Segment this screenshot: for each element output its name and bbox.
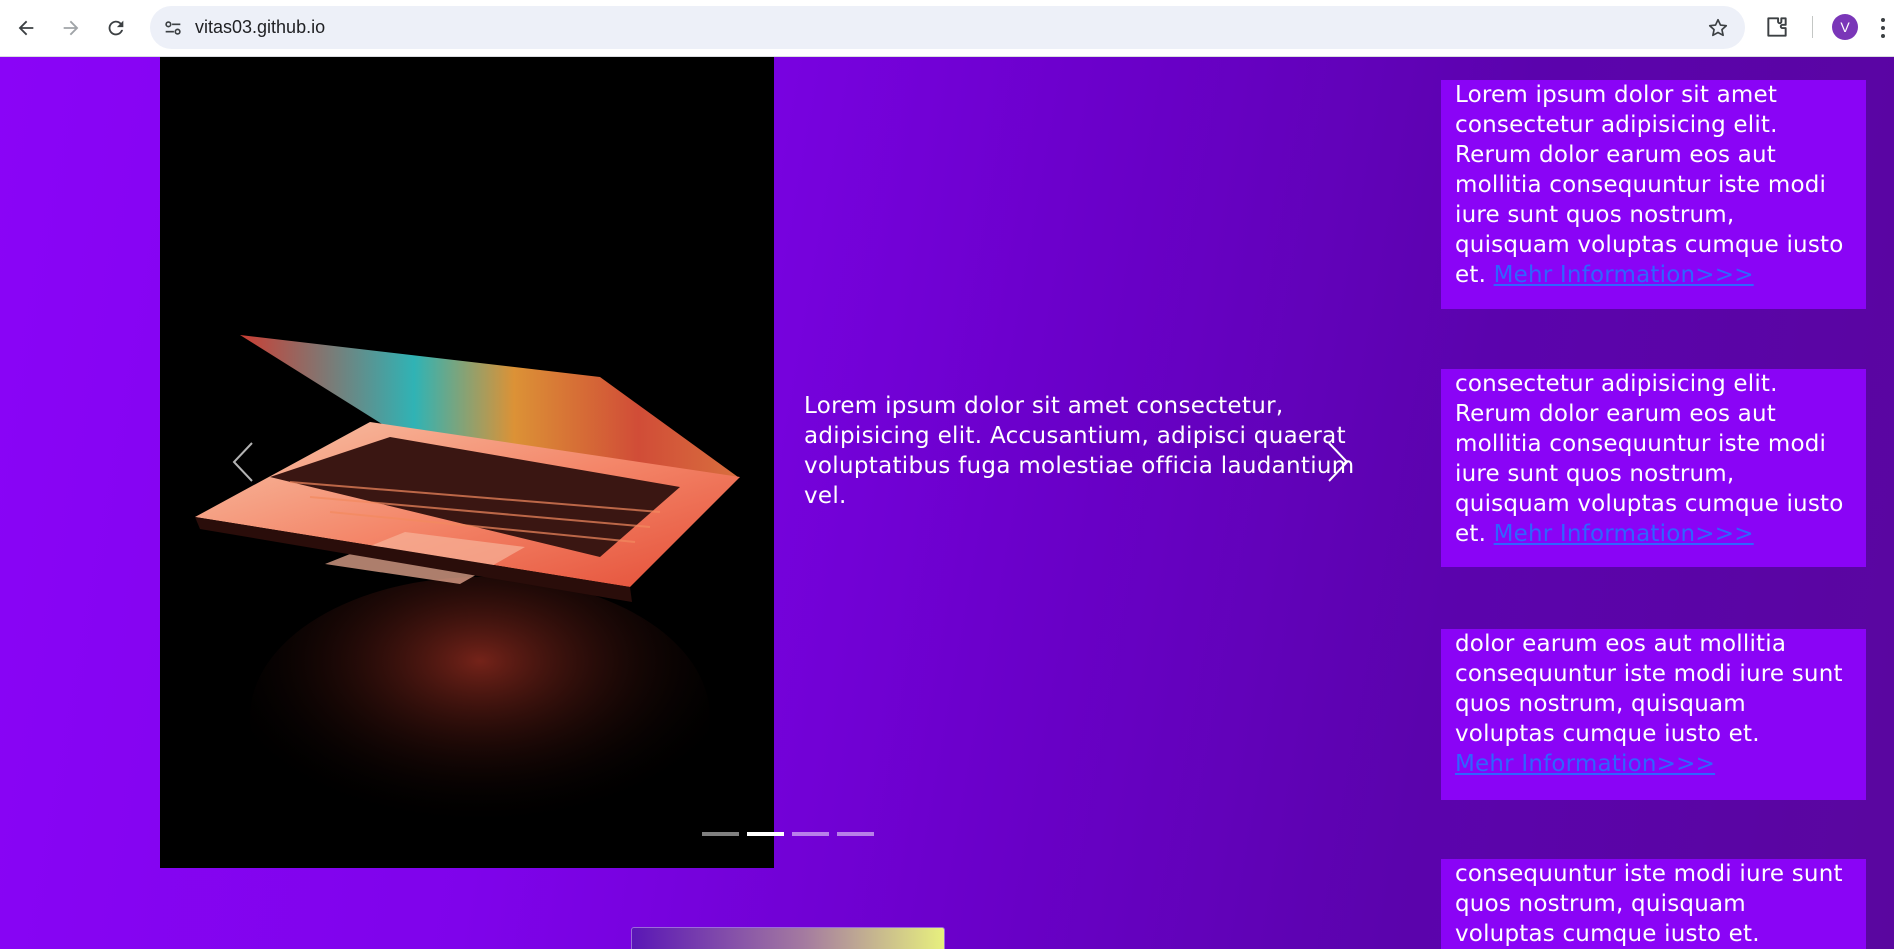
address-bar[interactable]: vitas03.github.io [150, 6, 1745, 49]
forward-icon[interactable] [57, 14, 85, 42]
menu-icon[interactable] [1878, 16, 1888, 40]
info-card: consectetur adipisicing elit. Rerum dolo… [1441, 369, 1866, 567]
bookmark-star-icon[interactable] [1707, 17, 1729, 39]
profile-avatar[interactable]: V [1832, 14, 1858, 40]
carousel-indicators [702, 832, 874, 836]
card-text: dolor earum eos aut mollitia consequuntu… [1455, 631, 1843, 747]
gradient-button[interactable] [631, 927, 945, 949]
carousel-indicator[interactable] [702, 832, 739, 836]
extensions-icon[interactable] [1764, 14, 1790, 40]
toolbar-separator [1812, 16, 1813, 38]
carousel-indicator-active[interactable] [747, 832, 784, 836]
browser-toolbar: vitas03.github.io V [0, 0, 1894, 57]
more-info-link[interactable]: Mehr Information>>> [1494, 521, 1754, 547]
reload-icon[interactable] [102, 14, 130, 42]
info-card: consequuntur iste modi iure sunt quos no… [1441, 859, 1866, 949]
site-info-icon[interactable] [162, 17, 184, 39]
card-text: Lorem ipsum dolor sit amet consectetur a… [1455, 82, 1844, 288]
carousel-prev-arrow[interactable] [228, 437, 258, 487]
url-text[interactable]: vitas03.github.io [195, 6, 325, 49]
carousel-caption: Lorem ipsum dolor sit amet consectetur, … [804, 393, 1355, 509]
carousel-indicator[interactable] [837, 832, 874, 836]
page-content: Lorem ipsum dolor sit amet consectetur, … [0, 57, 1894, 949]
more-info-link[interactable]: Mehr Information>>> [1494, 262, 1754, 288]
info-card: Lorem ipsum dolor sit amet consectetur a… [1441, 80, 1866, 309]
back-icon[interactable] [12, 14, 40, 42]
carousel-indicator[interactable] [792, 832, 829, 836]
info-card: dolor earum eos aut mollitia consequuntu… [1441, 629, 1866, 800]
more-info-link[interactable]: Mehr Information>>> [1455, 751, 1715, 777]
card-text: consequuntur iste modi iure sunt quos no… [1455, 861, 1843, 947]
